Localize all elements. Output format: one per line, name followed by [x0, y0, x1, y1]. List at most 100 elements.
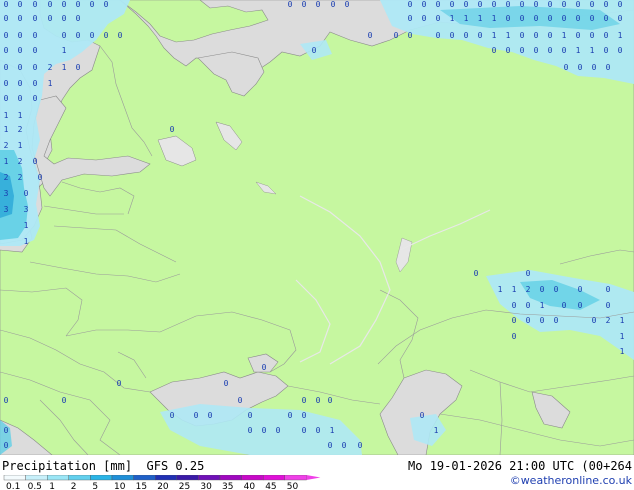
precip-value-marker: 0 [262, 426, 267, 435]
scale-tick-label: 15 [136, 482, 147, 490]
precip-value-marker: 0 [422, 0, 427, 9]
precip-value-marker: 0 [345, 0, 350, 9]
credit-link[interactable]: ©weatheronline.co.uk [510, 474, 632, 488]
precip-value-marker: 0 [590, 0, 595, 9]
precip-value-marker: 0 [478, 0, 483, 9]
precip-value-marker: 0 [606, 301, 611, 310]
precip-value-marker: 0 [474, 269, 479, 278]
scale-swatch [111, 475, 134, 481]
precip-value-marker: 0 [33, 31, 38, 40]
scale-tick-label: 1 [49, 482, 55, 490]
precip-value-marker: 2 [526, 285, 531, 294]
precip-value-marker: 0 [76, 0, 81, 9]
precip-value-marker: 0 [450, 0, 455, 9]
precip-value-marker: 1 [24, 237, 29, 246]
precip-value-marker: 0 [18, 31, 23, 40]
precip-value-marker: 1 [492, 14, 497, 23]
precip-value-marker: 0 [62, 14, 67, 23]
precip-value-marker: 0 [492, 0, 497, 9]
precip-value-marker: 0 [208, 411, 213, 420]
precip-value-marker: 0 [526, 269, 531, 278]
precip-value-marker: 0 [288, 411, 293, 420]
precip-value-marker: 0 [4, 46, 9, 55]
precip-value-marker: 0 [90, 0, 95, 9]
precip-value-marker: 0 [328, 396, 333, 405]
precip-value-marker: 0 [576, 0, 581, 9]
precip-value-marker: 0 [18, 94, 23, 103]
precip-value-marker: 0 [534, 46, 539, 55]
precip-value-marker: 1 [330, 426, 335, 435]
precip-value-marker: 0 [4, 14, 9, 23]
precip-value-marker: 0 [238, 396, 243, 405]
precip-value-marker: 1 [4, 157, 9, 166]
precip-value-marker: 0 [464, 31, 469, 40]
precip-value-marker: 0 [288, 0, 293, 9]
precip-value-marker: 0 [104, 0, 109, 9]
precip-value-marker: 0 [422, 14, 427, 23]
precip-value-marker: 0 [604, 0, 609, 9]
scale-tick-label: 35 [222, 482, 233, 490]
precip-value-marker: 0 [564, 63, 569, 72]
precip-value-marker: 0 [506, 0, 511, 9]
precip-value-marker: 0 [618, 46, 623, 55]
precip-value-marker: 0 [33, 79, 38, 88]
precip-value-marker: 0 [578, 301, 583, 310]
precip-value-marker: 0 [312, 46, 317, 55]
precip-value-marker: 0 [302, 426, 307, 435]
precip-value-marker: 0 [4, 63, 9, 72]
precip-value-marker: 0 [302, 411, 307, 420]
precip-value-marker: 0 [548, 14, 553, 23]
precip-value-marker: 0 [512, 332, 517, 341]
precip-value-marker: 0 [576, 14, 581, 23]
map-footer: Precipitation [mm] GFS 0.25 Mo 19-01-202… [0, 455, 634, 490]
precip-value-marker: 0 [506, 14, 511, 23]
precip-value-marker: 0 [76, 31, 81, 40]
precip-value-marker: 1 [4, 125, 9, 134]
precip-value-marker: 0 [33, 63, 38, 72]
precip-value-marker: 1 [506, 31, 511, 40]
precip-value-marker: 0 [248, 411, 253, 420]
scale-tick-label: 40 [244, 482, 256, 490]
precip-value-marker: 0 [408, 14, 413, 23]
precip-value-marker: 0 [368, 31, 373, 40]
precip-value-marker: 0 [540, 285, 545, 294]
precip-value-marker: 0 [18, 79, 23, 88]
scale-swatch [90, 475, 113, 481]
precip-value-marker: 0 [276, 426, 281, 435]
scale-swatch [68, 475, 91, 481]
precip-value-marker: 0 [562, 301, 567, 310]
precip-value-marker: 0 [478, 31, 483, 40]
map-title: Precipitation [mm] GFS 0.25 [2, 459, 205, 473]
scale-swatch [176, 475, 199, 481]
precip-value-marker: 1 [18, 141, 23, 150]
precip-value-marker: 0 [506, 46, 511, 55]
precip-value-marker: 1 [498, 285, 503, 294]
precip-value-marker: 0 [578, 63, 583, 72]
precip-value-marker: 0 [170, 125, 175, 134]
precip-value-marker: 0 [194, 411, 199, 420]
precip-value-marker: 1 [62, 63, 67, 72]
precipitation-map: 0 0 0 0 0 0 0 0 0 0 0 0 0 0 0 0 0 0 0 0 0 0 0 0 0 0 0 0 00 0 0 0 0 0 0 0 0 1 1… [0, 0, 634, 455]
precip-value-marker: 0 [117, 379, 122, 388]
precip-value-marker: 0 [33, 94, 38, 103]
precip-value-marker: 0 [358, 441, 363, 450]
scale-tick-label: 50 [287, 482, 299, 490]
precip-value-marker: 3 [4, 189, 9, 198]
precip-value-marker: 0 [576, 31, 581, 40]
precip-value-marker: 0 [554, 285, 559, 294]
precip-value-marker: 0 [436, 0, 441, 9]
scale-tick-label: 2 [71, 482, 77, 490]
precip-value-marker: 0 [316, 426, 321, 435]
precip-value-marker: 0 [548, 46, 553, 55]
precip-value-marker: 1 [450, 14, 455, 23]
precip-value-marker: 0 [436, 31, 441, 40]
precip-value-marker: 1 [620, 316, 625, 325]
precip-value-marker: 0 [18, 0, 23, 9]
scale-tick-label: 0.5 [28, 482, 42, 490]
scale-swatch [219, 475, 242, 481]
precip-value-marker: 0 [90, 31, 95, 40]
precip-value-marker: 0 [262, 363, 267, 372]
precip-value-marker: 0 [590, 14, 595, 23]
precip-value-marker: 2 [4, 141, 9, 150]
precip-value-marker: 0 [4, 94, 9, 103]
